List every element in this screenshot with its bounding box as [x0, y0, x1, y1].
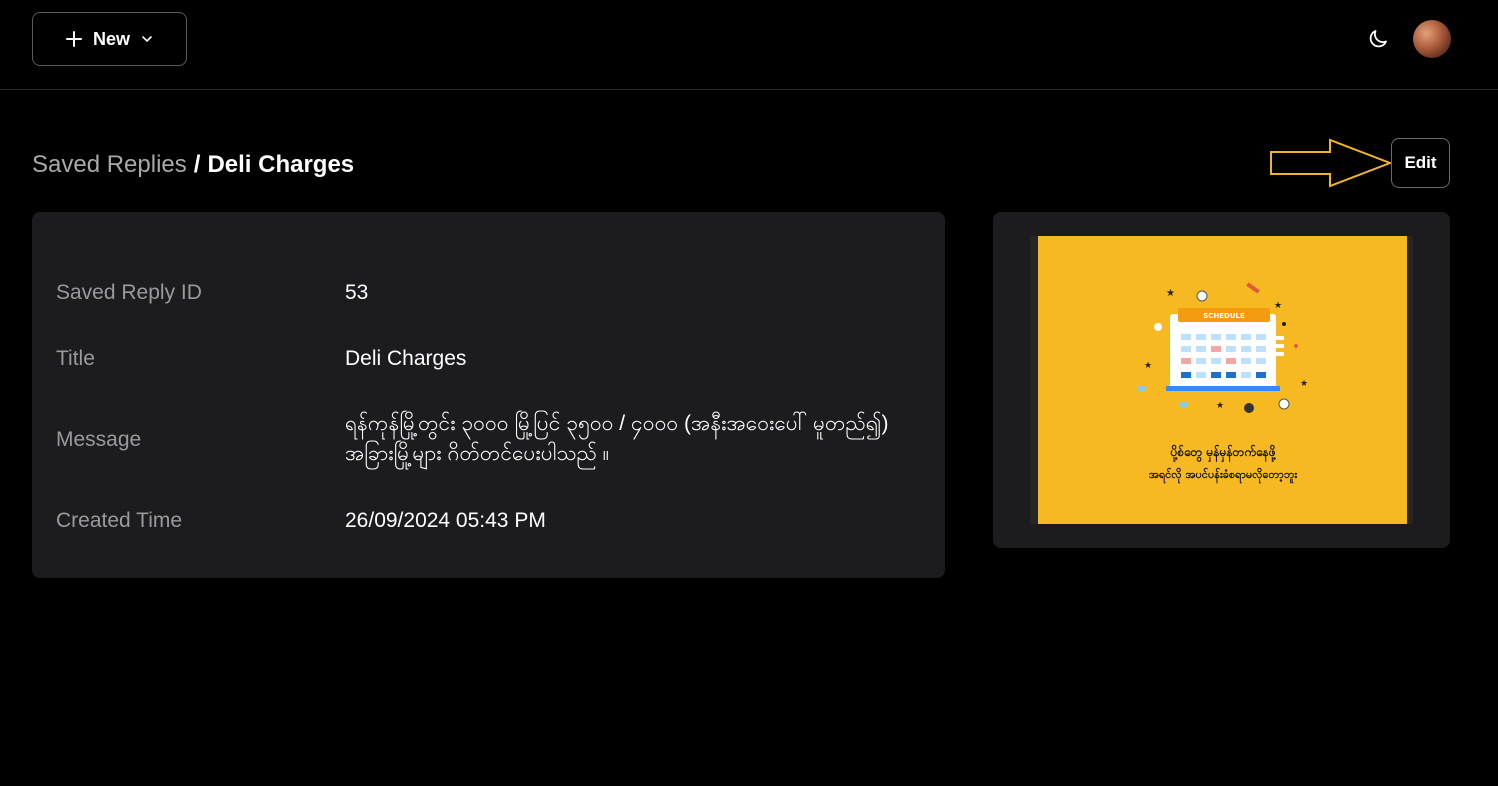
- svg-text:★: ★: [1216, 401, 1224, 411]
- saved-reply-id-label: Saved Reply ID: [56, 281, 202, 304]
- title-label: Title: [56, 347, 95, 370]
- svg-text:★: ★: [1166, 288, 1175, 299]
- page-title: Deli Charges: [207, 151, 355, 178]
- breadcrumb: Saved Replies / Deli Charges: [32, 151, 354, 179]
- breadcrumb-separator: /: [193, 151, 201, 178]
- created-time-value: 26/09/2024 05:43 PM: [345, 509, 546, 532]
- chevron-down-icon: [142, 36, 152, 42]
- created-time-label: Created Time: [56, 509, 183, 532]
- title-value: Deli Charges: [345, 347, 467, 370]
- saved-reply-id-value: 53: [345, 281, 369, 304]
- attachment-card: ★ ★ ★ ★ ★ SCHEDULE ပို့စ်တွေ မှန်မှန်တက်…: [993, 212, 1450, 548]
- message-label: Message: [56, 428, 142, 451]
- saved-reply-details-card: Saved Reply ID 53 Title Deli Charges Mes…: [32, 212, 945, 578]
- new-button[interactable]: New: [32, 12, 187, 66]
- svg-text:★: ★: [1144, 361, 1152, 371]
- svg-text:★: ★: [1300, 379, 1308, 389]
- calendar-illustration: SCHEDULE: [1166, 308, 1284, 391]
- new-button-label: New: [92, 28, 130, 49]
- attachment-image[interactable]: ★ ★ ★ ★ ★ SCHEDULE ပို့စ်တွေ မှန်မှန်တက်…: [1030, 236, 1413, 524]
- top-bar: New: [0, 0, 1498, 90]
- breadcrumb-saved-replies-link[interactable]: Saved Replies: [32, 151, 187, 179]
- user-avatar[interactable]: [1413, 20, 1451, 58]
- plus-icon: [65, 31, 82, 47]
- calendar-banner: SCHEDULE: [1203, 312, 1245, 320]
- svg-text:★: ★: [1274, 301, 1282, 311]
- edit-button[interactable]: Edit: [1391, 138, 1450, 188]
- arrow-right-icon: [1270, 138, 1393, 188]
- message-value: ရန်ကုန်မြို့တွင်း ၃၀၀၀ မြို့ပြင် ၃၅၀၀ / …: [345, 412, 889, 465]
- moon-icon[interactable]: [1366, 27, 1390, 51]
